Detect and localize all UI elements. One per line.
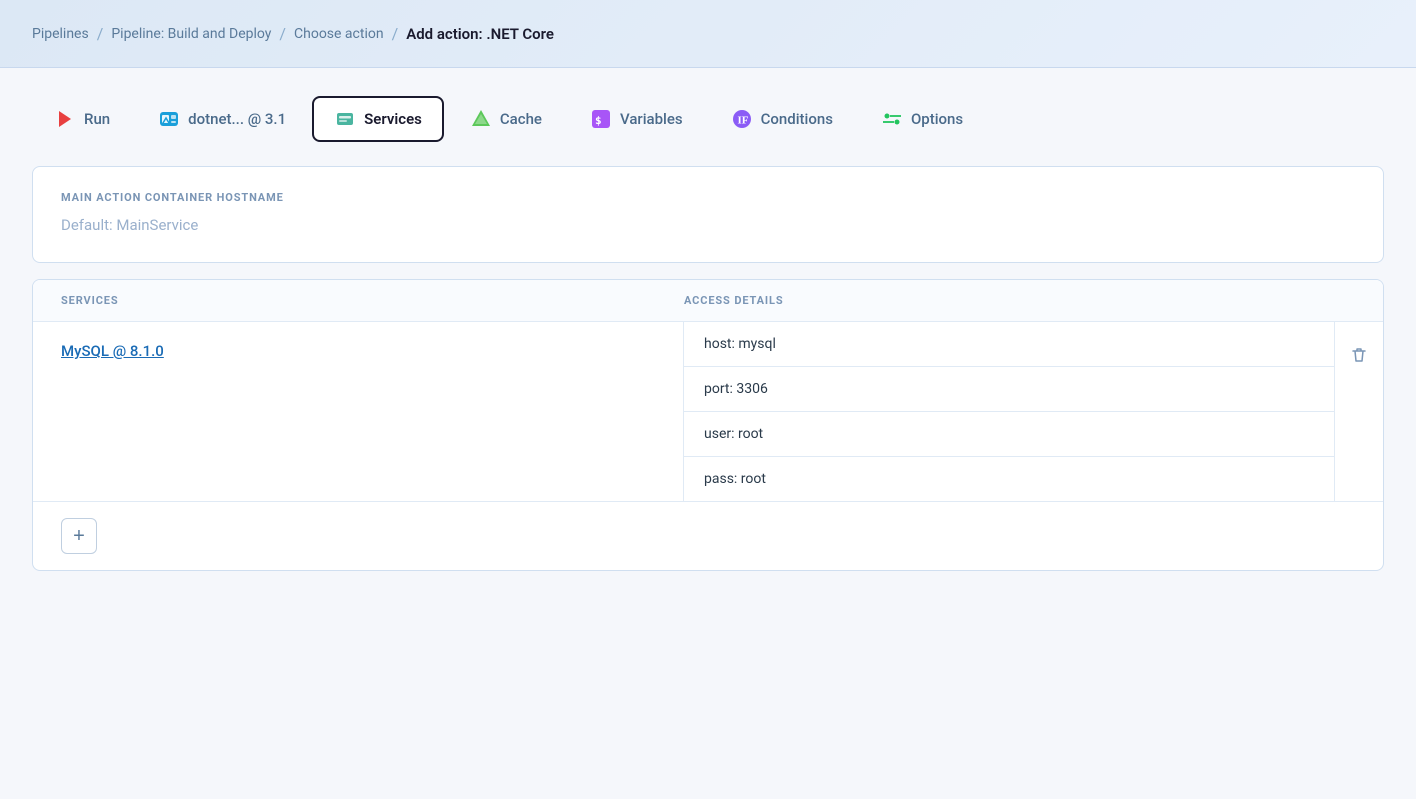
add-service-button[interactable]: + <box>61 518 97 554</box>
breadcrumb-current: Add action: .NET Core <box>406 25 554 43</box>
tab-services[interactable]: Services <box>312 96 444 142</box>
access-detail-pass: pass: root <box>684 457 1334 501</box>
col-header-access: ACCESS DETAILS <box>684 294 1307 307</box>
breadcrumb-sep-2: / <box>279 24 286 43</box>
breadcrumb-pipeline-build[interactable]: Pipeline: Build and Deploy <box>111 26 271 42</box>
breadcrumb-bar: Pipelines / Pipeline: Build and Deploy /… <box>0 0 1416 68</box>
tab-cache-label: Cache <box>500 110 542 128</box>
tab-cache[interactable]: Cache <box>448 96 564 142</box>
run-icon <box>54 108 76 130</box>
services-table-header: SERVICES ACCESS DETAILS <box>33 280 1383 322</box>
dotnet-icon <box>158 108 180 130</box>
breadcrumb: Pipelines / Pipeline: Build and Deploy /… <box>32 24 554 43</box>
tab-conditions-label: Conditions <box>761 110 833 128</box>
tab-options[interactable]: Options <box>859 96 985 142</box>
variables-icon: $ <box>590 108 612 130</box>
tab-dotnet-label: dotnet... @ 3.1 <box>188 110 286 128</box>
tab-variables[interactable]: $ Variables <box>568 96 705 142</box>
breadcrumb-sep-1: / <box>97 24 104 43</box>
cache-icon <box>470 108 492 130</box>
service-name-cell: MySQL @ 8.1.0 <box>33 322 684 501</box>
breadcrumb-pipelines[interactable]: Pipelines <box>32 26 89 42</box>
hostname-value: Default: MainService <box>61 216 1355 234</box>
access-detail-user: user: root <box>684 412 1334 457</box>
tab-run[interactable]: Run <box>32 96 132 142</box>
tab-run-label: Run <box>84 110 110 128</box>
hostname-card: MAIN ACTION CONTAINER HOSTNAME Default: … <box>32 166 1384 263</box>
table-row: MySQL @ 8.1.0 host: mysql port: 3306 use… <box>33 322 1383 501</box>
main-content: Run dotnet... @ 3.1 <box>0 68 1416 799</box>
services-card: SERVICES ACCESS DETAILS MySQL @ 8.1.0 ho… <box>32 279 1384 571</box>
tab-variables-label: Variables <box>620 110 683 128</box>
options-icon <box>881 108 903 130</box>
hostname-label: MAIN ACTION CONTAINER HOSTNAME <box>61 191 1355 204</box>
hostname-section: MAIN ACTION CONTAINER HOSTNAME Default: … <box>33 167 1383 262</box>
breadcrumb-choose-action[interactable]: Choose action <box>294 26 384 42</box>
tab-options-label: Options <box>911 110 963 128</box>
services-icon <box>334 108 356 130</box>
svg-text:IF: IF <box>737 115 748 127</box>
svg-text:$: $ <box>595 114 602 127</box>
delete-service-button[interactable] <box>1346 342 1372 368</box>
col-header-services: SERVICES <box>61 294 684 307</box>
tab-conditions[interactable]: IF Conditions <box>709 96 855 142</box>
add-service-section: + <box>33 501 1383 570</box>
tabs-bar: Run dotnet... @ 3.1 <box>32 96 1384 142</box>
access-details-col: host: mysql port: 3306 user: root pass: … <box>684 322 1335 501</box>
access-detail-host: host: mysql <box>684 322 1334 367</box>
delete-cell <box>1335 322 1383 501</box>
breadcrumb-sep-3: / <box>392 24 399 43</box>
access-detail-port: port: 3306 <box>684 367 1334 412</box>
tab-services-label: Services <box>364 110 422 128</box>
service-name-link[interactable]: MySQL @ 8.1.0 <box>61 342 164 360</box>
tab-dotnet[interactable]: dotnet... @ 3.1 <box>136 96 308 142</box>
conditions-icon: IF <box>731 108 753 130</box>
